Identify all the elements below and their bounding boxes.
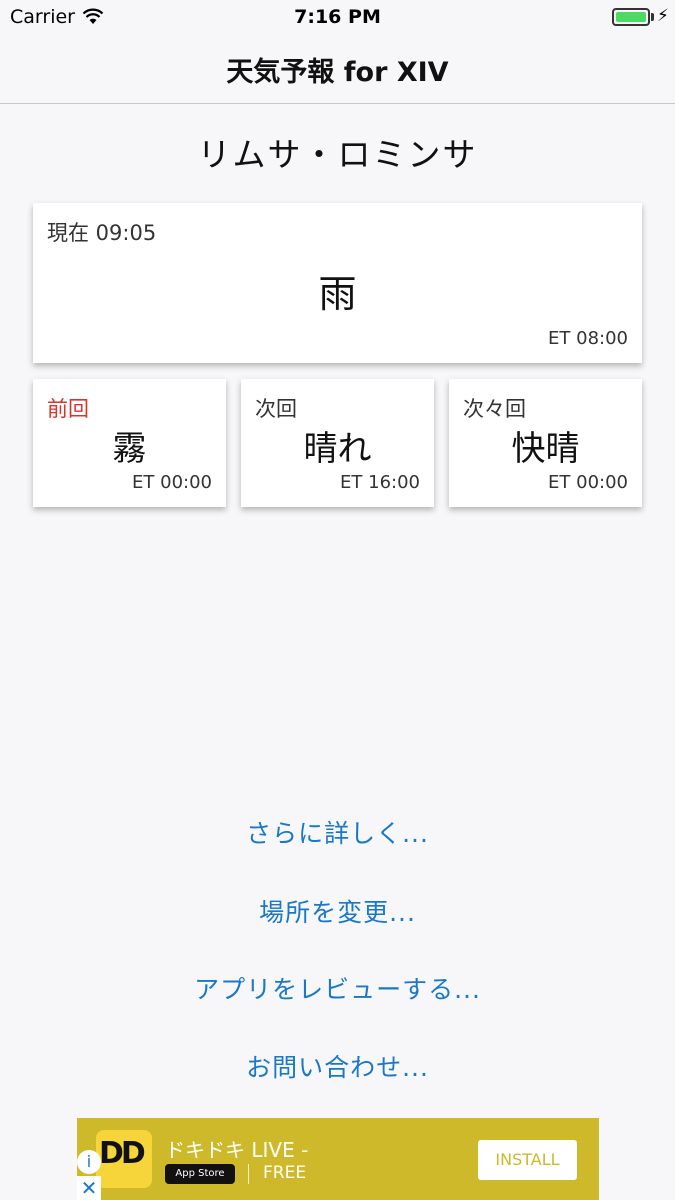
ad-price: FREE: [263, 1163, 307, 1183]
ad-divider: [248, 1164, 249, 1184]
app-store-badge: App Store: [165, 1164, 235, 1184]
app-title: 天気予報 for XIV: [226, 57, 449, 88]
after-next-label: 次々回: [463, 397, 526, 421]
charging-icon: ⚡: [657, 6, 669, 26]
after-next-weather-card: 次々回 快晴 ET 00:00: [449, 379, 642, 507]
next-weather: 晴れ: [303, 429, 372, 469]
ad-app-icon-text: DD: [99, 1136, 146, 1171]
next-label: 次回: [255, 397, 297, 421]
ad-banner[interactable]: DD ドキドキ LIVE - App Store FREE INSTALL: [77, 1118, 599, 1200]
change-location-link[interactable]: 場所を変更...: [0, 893, 675, 929]
ad-app-name: ドキドキ LIVE -: [165, 1138, 309, 1162]
previous-weather-card: 前回 霧 ET 00:00: [33, 379, 226, 507]
current-label: 現在 09:05: [47, 221, 157, 245]
next-et: ET 16:00: [340, 472, 420, 493]
battery-icon: [612, 8, 650, 26]
current-et: ET 08:00: [548, 328, 628, 349]
after-next-weather: 快晴: [511, 429, 580, 469]
ad-info-icon[interactable]: i: [77, 1150, 101, 1174]
navigation-bar: 天気予報 for XIV: [0, 36, 675, 104]
review-app-link[interactable]: アプリをレビューする...: [0, 970, 675, 1006]
contact-link[interactable]: お問い合わせ...: [0, 1048, 675, 1084]
current-weather-card: 現在 09:05 雨 ET 08:00: [33, 203, 642, 363]
ad-app-icon: DD: [96, 1130, 152, 1188]
ad-close-icon[interactable]: ✕: [77, 1176, 101, 1200]
ad-install-button[interactable]: INSTALL: [478, 1140, 577, 1180]
after-next-et: ET 00:00: [548, 472, 628, 493]
location-title: リムサ・ロミンサ: [197, 135, 478, 174]
previous-label: 前回: [47, 397, 89, 421]
current-weather: 雨: [318, 272, 357, 316]
battery-tip: [651, 13, 654, 21]
clock: 7:16 PM: [294, 6, 381, 28]
previous-weather: 霧: [112, 429, 147, 469]
previous-et: ET 00:00: [132, 472, 212, 493]
next-weather-card: 次回 晴れ ET 16:00: [241, 379, 434, 507]
status-bar: Carrier 7:16 PM ⚡: [0, 0, 675, 36]
more-details-link[interactable]: さらに詳しく...: [0, 814, 675, 850]
